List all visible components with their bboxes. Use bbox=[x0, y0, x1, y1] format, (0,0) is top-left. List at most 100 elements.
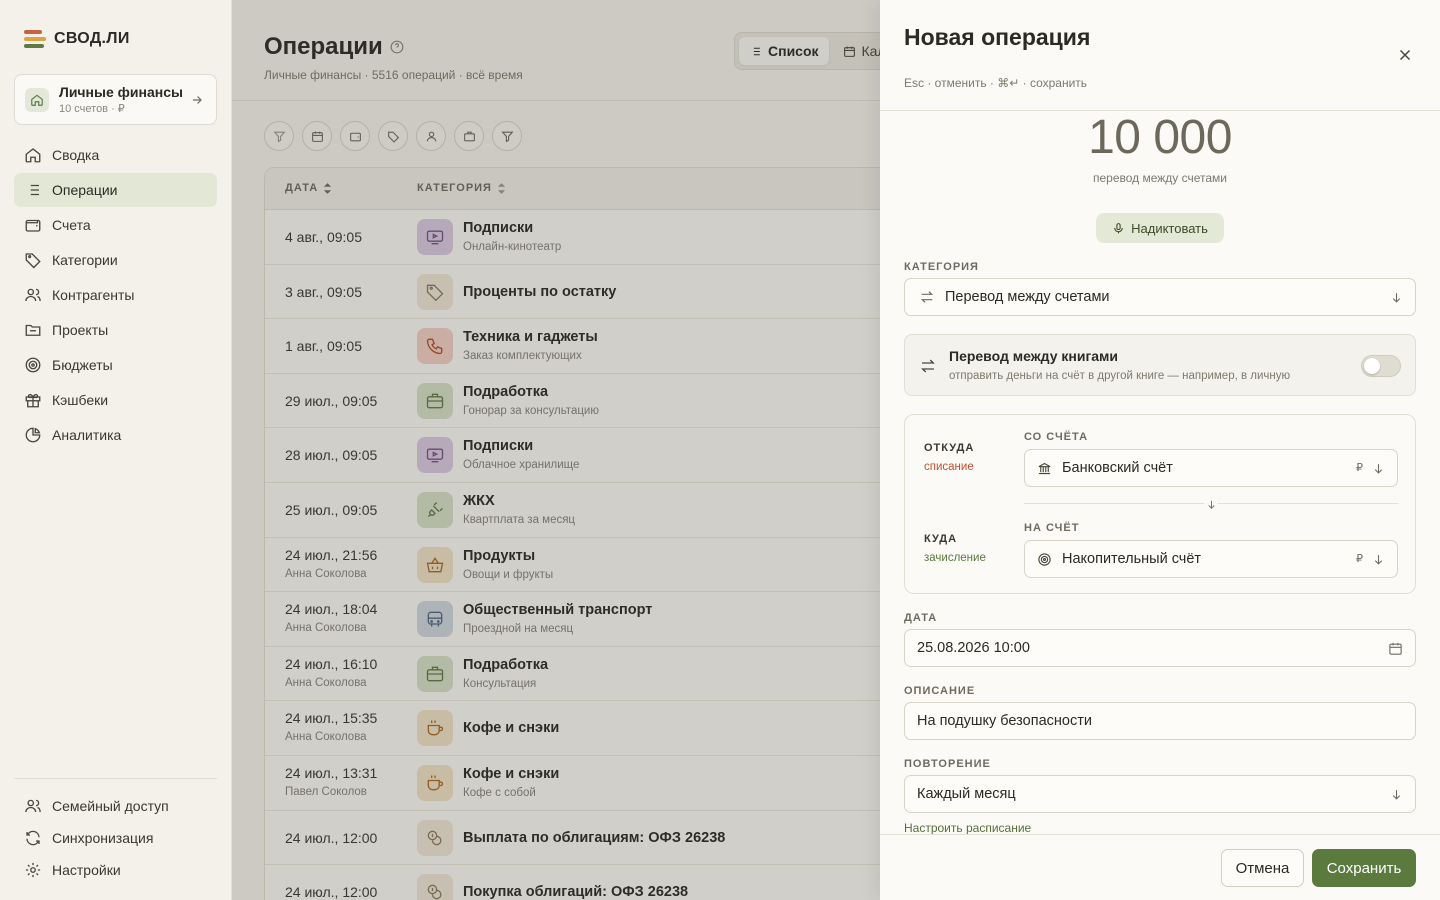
cancel-button[interactable]: Отмена bbox=[1221, 849, 1304, 887]
bank-icon bbox=[1038, 462, 1051, 474]
new-operation-drawer: Новая операция Esc · отменить · ⌘↵ · сох… bbox=[880, 0, 1440, 900]
target-icon bbox=[25, 357, 41, 373]
gift-icon bbox=[25, 393, 41, 408]
description-value: На подушку безопасности bbox=[917, 713, 1092, 729]
to-currency: ₽ bbox=[1356, 553, 1363, 565]
sidebar-item-categories[interactable]: Категории bbox=[14, 243, 217, 277]
sidebar-item-label: Синхронизация bbox=[52, 829, 154, 846]
description-label: ОПИСАНИЕ bbox=[904, 685, 976, 697]
sidebar-item-family-access[interactable]: Семейный доступ bbox=[14, 790, 217, 821]
sidebar-bottom-nav: Семейный доступ Синхронизация Настройки bbox=[14, 790, 217, 886]
date-label: ДАТА bbox=[904, 612, 938, 624]
tag-icon bbox=[25, 253, 41, 269]
description-input[interactable]: На подушку безопасности bbox=[904, 702, 1416, 740]
sidebar-item-label: Сводка bbox=[52, 147, 100, 163]
home-icon bbox=[25, 148, 41, 163]
sidebar-item-label: Категории bbox=[52, 252, 118, 268]
sidebar-item-projects[interactable]: Проекты bbox=[14, 313, 217, 347]
sidebar-item-label: Аналитика bbox=[52, 427, 122, 443]
from-direction: ОТКУДА bbox=[924, 442, 975, 454]
close-icon[interactable] bbox=[1396, 46, 1414, 64]
from-account-label: СО СЧЁТА bbox=[1024, 431, 1089, 443]
book-transfer-card: Перевод между книгами отправить деньги н… bbox=[904, 334, 1416, 396]
repeat-value: Каждый месяц bbox=[917, 786, 1016, 802]
sidebar-item-label: Кэшбеки bbox=[52, 392, 109, 408]
microphone-icon bbox=[1114, 222, 1123, 233]
sidebar: СВОД.ЛИ Личные финансы 10 счетов · ₽ Сво… bbox=[0, 0, 232, 900]
chevron-down-icon bbox=[1392, 790, 1401, 800]
book-title: Личные финансы bbox=[59, 84, 183, 100]
book-transfer-title: Перевод между книгами bbox=[949, 348, 1119, 364]
amount-caption: перевод между счетами bbox=[1092, 171, 1228, 185]
sidebar-item-label: Семейный доступ bbox=[52, 797, 169, 814]
transfer-icon bbox=[920, 291, 934, 303]
arrow-right-icon bbox=[192, 96, 202, 104]
calendar-icon[interactable] bbox=[1388, 641, 1403, 656]
sidebar-nav: Сводка Операции Счета Категории Контраге… bbox=[14, 138, 217, 453]
from-account-value: Банковский счёт bbox=[1062, 460, 1173, 476]
sidebar-item-label: Операции bbox=[52, 182, 118, 198]
target-icon bbox=[1038, 552, 1051, 566]
arrow-down-icon bbox=[1204, 497, 1218, 511]
book-transfer-subtitle: отправить деньги на счёт в другой книге … bbox=[949, 370, 1291, 382]
sidebar-item-label: Счета bbox=[52, 217, 91, 233]
book-subtitle: 10 счетов · ₽ bbox=[59, 103, 125, 115]
folder-icon bbox=[25, 324, 41, 336]
from-currency: ₽ bbox=[1356, 462, 1363, 474]
drawer-title: Новая операция bbox=[904, 24, 1091, 50]
logo-mark-icon bbox=[24, 30, 46, 48]
sidebar-item-summary[interactable]: Сводка bbox=[14, 138, 217, 172]
chevron-down-icon bbox=[1392, 293, 1401, 303]
book-switcher[interactable]: Личные финансы 10 счетов · ₽ bbox=[14, 74, 217, 125]
sidebar-item-sync[interactable]: Синхронизация bbox=[14, 822, 217, 853]
sidebar-item-label: Настройки bbox=[52, 861, 121, 878]
to-account-value: Накопительный счёт bbox=[1062, 551, 1202, 567]
gear-icon bbox=[25, 862, 41, 877]
app-logo[interactable]: СВОД.ЛИ bbox=[24, 30, 130, 48]
category-select[interactable]: Перевод между счетами bbox=[904, 278, 1416, 316]
repeat-select[interactable]: Каждый месяц bbox=[904, 775, 1416, 813]
sidebar-item-accounts[interactable]: Счета bbox=[14, 208, 217, 242]
sidebar-item-cashbacks[interactable]: Кэшбеки bbox=[14, 383, 217, 417]
home-icon bbox=[25, 87, 49, 112]
to-account-select[interactable]: Накопительный счёт ₽ bbox=[1024, 540, 1398, 578]
schedule-link[interactable]: Настроить расписание bbox=[904, 821, 1031, 835]
to-account-label: НА СЧЁТ bbox=[1024, 522, 1080, 534]
sidebar-item-operations[interactable]: Операции bbox=[14, 173, 217, 207]
from-direction-sub: списание bbox=[924, 461, 974, 473]
category-label: КАТЕГОРИЯ bbox=[904, 261, 979, 273]
keyboard-hint: Esc · отменить · ⌘↵ · сохранить bbox=[904, 76, 1088, 90]
sidebar-item-settings[interactable]: Настройки bbox=[14, 854, 217, 885]
list-icon bbox=[27, 184, 39, 196]
book-transfer-toggle[interactable] bbox=[1361, 355, 1401, 377]
users-icon bbox=[25, 288, 41, 302]
sidebar-item-counterparties[interactable]: Контрагенты bbox=[14, 278, 217, 312]
family-icon bbox=[25, 799, 41, 812]
dictate-button[interactable]: Надиктовать bbox=[1096, 213, 1224, 243]
pie-chart-icon bbox=[25, 427, 41, 443]
to-direction: КУДА bbox=[924, 533, 958, 545]
to-direction-sub: зачисление bbox=[924, 552, 986, 564]
sidebar-item-label: Бюджеты bbox=[52, 357, 113, 373]
save-button[interactable]: Сохранить bbox=[1312, 849, 1416, 887]
dictate-label: Надиктовать bbox=[1131, 220, 1208, 236]
date-input[interactable]: 25.08.2026 10:00 bbox=[904, 629, 1416, 667]
drawer-footer: Отмена Сохранить bbox=[880, 834, 1440, 900]
sync-icon bbox=[26, 830, 40, 845]
transfer-accounts-card: ОТКУДА списание СО СЧЁТА Банковский счёт… bbox=[904, 414, 1416, 594]
chevron-down-icon bbox=[1374, 555, 1383, 565]
date-value: 25.08.2026 10:00 bbox=[917, 640, 1030, 656]
category-value: Перевод между счетами bbox=[945, 289, 1110, 305]
transfer-icon bbox=[921, 359, 935, 373]
amount-input[interactable]: 10 000 bbox=[880, 110, 1440, 165]
chevron-down-icon bbox=[1374, 464, 1383, 474]
sidebar-item-analytics[interactable]: Аналитика bbox=[14, 418, 217, 452]
repeat-label: ПОВТОРЕНИЕ bbox=[904, 758, 991, 770]
app-name: СВОД.ЛИ bbox=[54, 30, 130, 47]
sidebar-item-label: Проекты bbox=[52, 322, 109, 338]
sidebar-divider bbox=[14, 778, 217, 779]
from-account-select[interactable]: Банковский счёт ₽ bbox=[1024, 449, 1398, 487]
wallet-icon bbox=[25, 219, 41, 232]
sidebar-item-budgets[interactable]: Бюджеты bbox=[14, 348, 217, 382]
sidebar-item-label: Контрагенты bbox=[52, 287, 135, 303]
